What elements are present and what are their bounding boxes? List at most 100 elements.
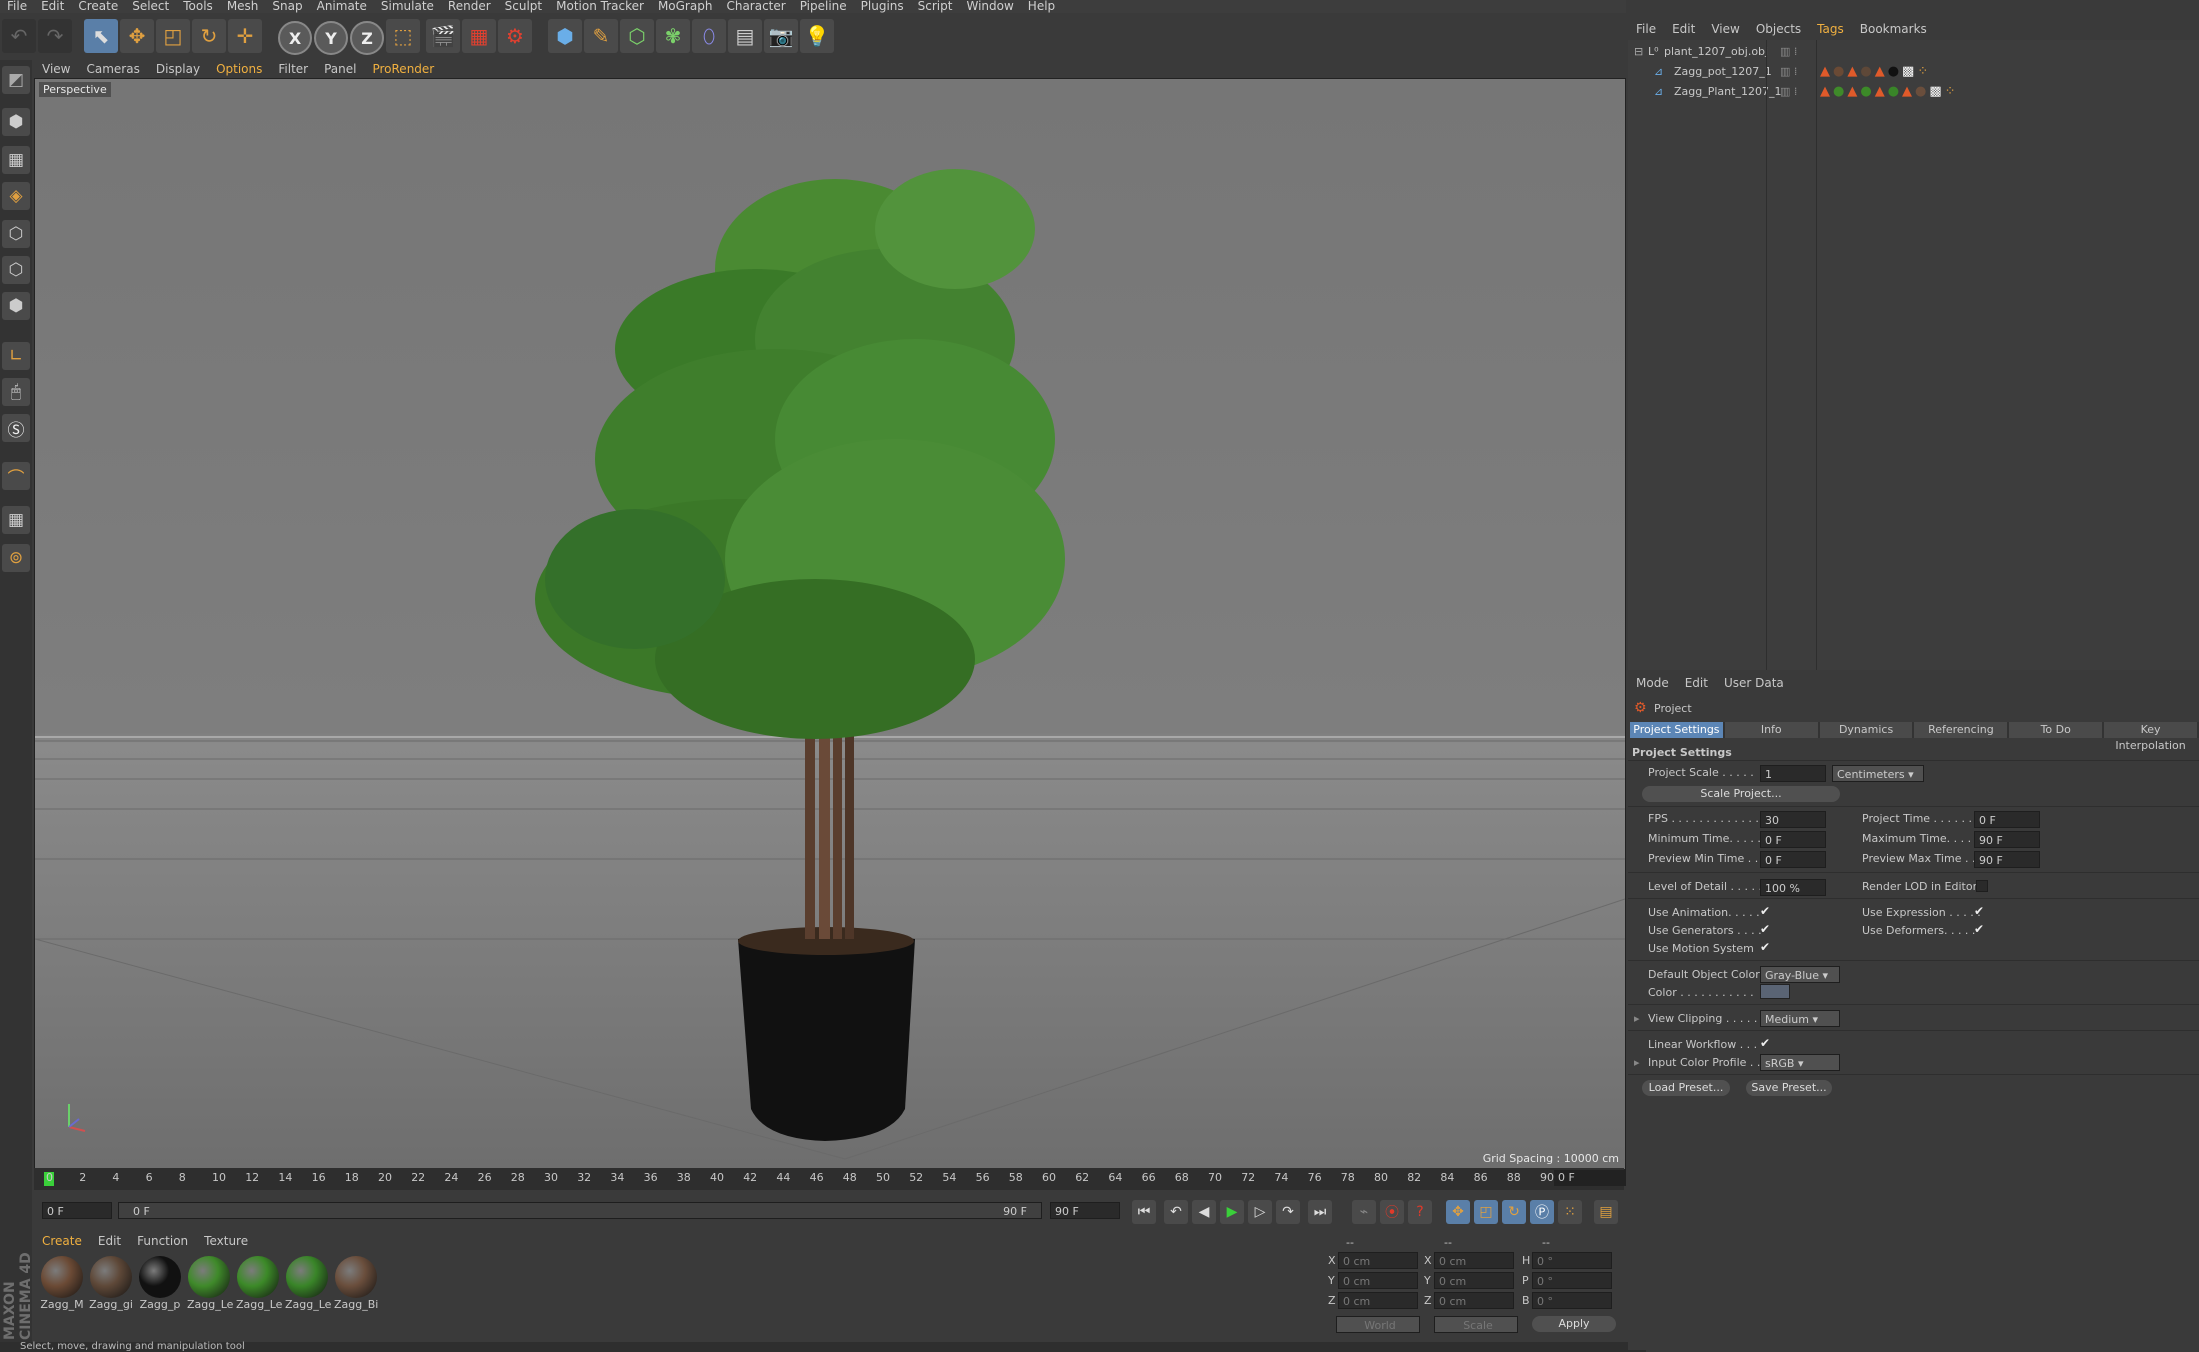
- perspective-viewport[interactable]: Perspective Grid Spacing : 10000 cm: [34, 78, 1626, 1170]
- range-slider[interactable]: 0 F 90 F: [118, 1202, 1042, 1219]
- key-scale-icon[interactable]: ◰: [1474, 1200, 1498, 1224]
- menu-mograph[interactable]: MoGraph: [651, 0, 720, 13]
- viewport-menu-filter[interactable]: Filter: [270, 62, 316, 76]
- menu-script[interactable]: Script: [911, 0, 960, 13]
- menu-create[interactable]: Create: [71, 0, 125, 13]
- viewport-menu-cameras[interactable]: Cameras: [78, 62, 147, 76]
- material-menu-edit[interactable]: Edit: [90, 1234, 129, 1248]
- redo-icon[interactable]: ↷: [38, 19, 72, 53]
- object-row[interactable]: ⊟ L⁰ plant_1207_obj.obj ▥ ⁞: [1628, 42, 2199, 62]
- pot-tags[interactable]: ▲●▲●▲●▩⁘: [1820, 64, 2020, 80]
- render-picture-viewer-icon[interactable]: ▦: [462, 19, 496, 53]
- preview-max-field[interactable]: 90 F: [1974, 851, 2040, 868]
- key-position-icon[interactable]: ✥: [1446, 1200, 1470, 1224]
- material-swatch[interactable]: Zagg_Le: [285, 1256, 331, 1311]
- material-preview-ball[interactable]: [188, 1256, 230, 1298]
- expand-arrow-icon[interactable]: ▸: [1634, 1012, 1640, 1025]
- render-settings-icon[interactable]: ⚙: [498, 19, 532, 53]
- coord-value-field[interactable]: 0 cm: [1338, 1252, 1418, 1269]
- menu-plugins[interactable]: Plugins: [854, 0, 911, 13]
- object-menu-edit[interactable]: Edit: [1664, 22, 1703, 36]
- previous-key-icon[interactable]: ↶: [1164, 1200, 1188, 1224]
- coord-value-field[interactable]: 0 cm: [1434, 1292, 1514, 1309]
- start-frame-field[interactable]: 0 F: [42, 1202, 112, 1219]
- input-profile-dropdown[interactable]: sRGB ▾: [1760, 1054, 1840, 1071]
- material-preview-ball[interactable]: [335, 1256, 377, 1298]
- color-swatch[interactable]: [1760, 984, 1790, 999]
- floor-icon[interactable]: ▤: [728, 19, 762, 53]
- collapse-icon[interactable]: ⊟: [1634, 45, 1643, 58]
- go-to-end-icon[interactable]: ⏭: [1308, 1200, 1332, 1224]
- project-scale-field[interactable]: 1: [1760, 765, 1826, 782]
- material-preview-ball[interactable]: [41, 1256, 83, 1298]
- menu-snap[interactable]: Snap: [265, 0, 309, 13]
- visibility-dots-icon[interactable]: ▥ ⁞: [1780, 85, 1797, 98]
- menu-simulate[interactable]: Simulate: [374, 0, 441, 13]
- project-time-field[interactable]: 0 F: [1974, 811, 2040, 828]
- viewport-menu-display[interactable]: Display: [148, 62, 208, 76]
- max-time-field[interactable]: 90 F: [1974, 831, 2040, 848]
- end-frame-field[interactable]: 90 F: [1050, 1202, 1120, 1219]
- material-preview-ball[interactable]: [90, 1256, 132, 1298]
- render-view-icon[interactable]: 🎬: [426, 19, 460, 53]
- rotate-tool-icon[interactable]: ↻: [192, 19, 226, 53]
- y-axis-lock-icon[interactable]: Y: [314, 21, 348, 55]
- material-menu-texture[interactable]: Texture: [196, 1234, 256, 1248]
- menu-render[interactable]: Render: [441, 0, 498, 13]
- timeline-ruler[interactable]: 0 2 4 6 8 10 12 14 16 18 20 22 24 26 28 30 32 34 36 38 40 42 4…: [34, 1168, 1626, 1190]
- material-preview-ball[interactable]: [139, 1256, 181, 1298]
- polygons-mode-icon[interactable]: ⬢: [2, 292, 30, 320]
- light-icon[interactable]: 💡: [800, 19, 834, 53]
- material-swatch[interactable]: Zagg_p: [138, 1256, 182, 1311]
- use-animation-checkbox[interactable]: ✔: [1760, 904, 1770, 918]
- menu-motion-tracker[interactable]: Motion Tracker: [549, 0, 651, 13]
- use-motion-checkbox[interactable]: ✔: [1760, 940, 1770, 954]
- use-expression-checkbox[interactable]: ✔: [1974, 904, 1984, 918]
- save-preset-button[interactable]: Save Preset...: [1746, 1080, 1832, 1096]
- menu-file[interactable]: File: [0, 0, 34, 13]
- coord-value-field[interactable]: 0 °: [1532, 1272, 1612, 1289]
- material-swatch[interactable]: Zagg_Le: [187, 1256, 233, 1311]
- menu-character[interactable]: Character: [719, 0, 792, 13]
- move-tool-icon[interactable]: ✥: [120, 19, 154, 53]
- snap-icon[interactable]: ⌒: [2, 462, 30, 490]
- model-mode-icon[interactable]: ⬢: [2, 108, 30, 136]
- coord-mode-dropdown[interactable]: Scale: [1434, 1316, 1518, 1333]
- menu-pipeline[interactable]: Pipeline: [793, 0, 854, 13]
- axis-mode-icon[interactable]: ∟: [2, 342, 30, 370]
- make-editable-icon[interactable]: ◩: [2, 66, 30, 94]
- key-pla-icon[interactable]: ⁙: [1558, 1200, 1582, 1224]
- object-menu-file[interactable]: File: [1628, 22, 1664, 36]
- expand-arrow-icon[interactable]: ▸: [1634, 1056, 1640, 1069]
- key-rotation-icon[interactable]: ↻: [1502, 1200, 1526, 1224]
- material-menu-create[interactable]: Create: [34, 1234, 90, 1248]
- coord-value-field[interactable]: 0 cm: [1338, 1272, 1418, 1289]
- menu-tools[interactable]: Tools: [176, 0, 220, 13]
- cloner-icon[interactable]: ✾: [656, 19, 690, 53]
- autokey-icon[interactable]: ⦿: [1380, 1200, 1404, 1224]
- z-axis-lock-icon[interactable]: Z: [350, 21, 384, 55]
- texture-mode-icon[interactable]: ▦: [2, 146, 30, 174]
- record-keys-icon[interactable]: ⌁: [1352, 1200, 1376, 1224]
- menu-window[interactable]: Window: [959, 0, 1020, 13]
- default-color-dropdown[interactable]: Gray-Blue ▾: [1760, 966, 1840, 983]
- camera-icon[interactable]: 📷: [764, 19, 798, 53]
- undo-icon[interactable]: ↶: [2, 19, 36, 53]
- deformer-icon[interactable]: ⬯: [692, 19, 726, 53]
- use-deformers-checkbox[interactable]: ✔: [1974, 922, 1984, 936]
- cube-primitive-icon[interactable]: ⬢: [548, 19, 582, 53]
- object-name[interactable]: Zagg_pot_1207_1: [1674, 65, 1772, 78]
- tab-to-do[interactable]: To Do: [2009, 722, 2105, 738]
- viewport-menu-view[interactable]: View: [34, 62, 78, 76]
- coordinate-system-icon[interactable]: ⬚: [386, 19, 420, 53]
- linear-workflow-checkbox[interactable]: ✔: [1760, 1036, 1770, 1050]
- menu-animate[interactable]: Animate: [310, 0, 374, 13]
- material-preview-ball[interactable]: [286, 1256, 328, 1298]
- tweak-mode-icon[interactable]: 🖱: [2, 378, 30, 406]
- workplane-mode-icon[interactable]: ◈: [2, 182, 30, 210]
- plant-tags[interactable]: ▲●▲●▲●▲●▩⁘: [1820, 84, 2040, 100]
- coord-value-field[interactable]: 0 °: [1532, 1252, 1612, 1269]
- project-scale-unit-dropdown[interactable]: Centimeters ▾: [1832, 765, 1924, 782]
- x-axis-lock-icon[interactable]: X: [278, 21, 312, 55]
- pen-spline-icon[interactable]: ✎: [584, 19, 618, 53]
